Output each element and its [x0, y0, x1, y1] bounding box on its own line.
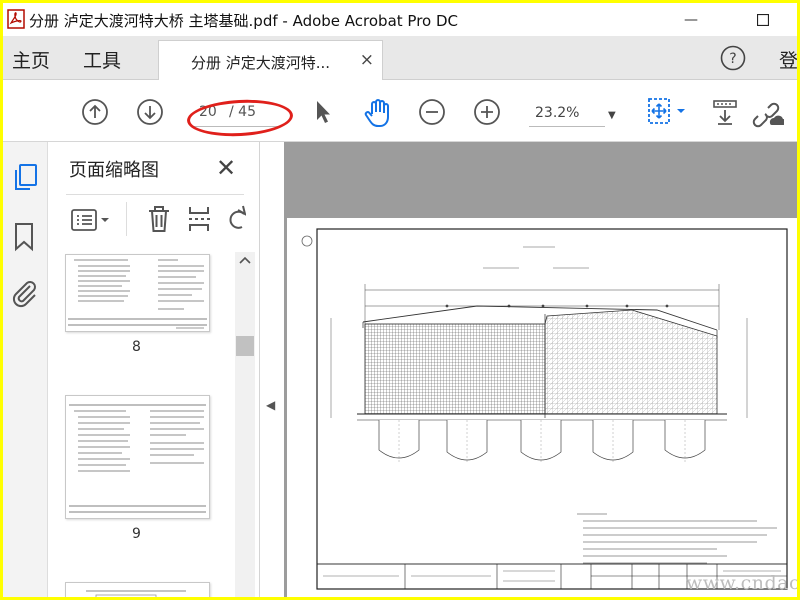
- navigation-rail: [3, 142, 48, 597]
- tab-bar: 主页 工具 分册 泸定大渡河特... × ? 登: [3, 36, 797, 81]
- maximize-button[interactable]: [743, 7, 783, 33]
- title-bar: 分册 泸定大渡河特大桥 主塔基础.pdf - Adobe Acrobat Pro…: [3, 3, 797, 36]
- panel-toolbar: [66, 202, 246, 238]
- acrobat-app-icon: [7, 9, 25, 29]
- share-link-icon: [752, 102, 784, 128]
- thumbnails-rail-button[interactable]: [11, 162, 39, 194]
- extract-page-icon: [189, 207, 210, 231]
- thumbnail-page-number: 9: [132, 526, 141, 542]
- menu-home[interactable]: 主页: [12, 46, 50, 73]
- svg-text:?: ?: [729, 51, 736, 67]
- page-thumbnail-content: [68, 259, 207, 329]
- hand-tool-button[interactable]: [361, 96, 395, 130]
- zoom-out-icon: [419, 99, 445, 125]
- thumbnail-page-number: 8: [132, 339, 141, 355]
- toolbar: 20 / 45 23.2% ▼: [3, 80, 797, 142]
- document-view[interactable]: [284, 142, 797, 597]
- attachment-icon: [12, 281, 36, 308]
- rotate-page-button[interactable]: [224, 204, 246, 236]
- hand-tool-icon: [364, 99, 389, 127]
- page-thumbnail-content: [86, 590, 186, 597]
- app-window: 分册 泸定大渡河特大桥 主塔基础.pdf - Adobe Acrobat Pro…: [3, 3, 797, 597]
- window-title: 分册 泸定大渡河特大桥 主塔基础.pdf - Adobe Acrobat Pro…: [29, 12, 459, 30]
- thumbnails-icon: [15, 164, 37, 190]
- fit-page-button[interactable]: [644, 95, 688, 127]
- scroll-mode-icon: [713, 100, 737, 125]
- divider: [66, 194, 244, 195]
- scroll-mode-button[interactable]: [711, 98, 741, 128]
- page-up-icon: [82, 99, 108, 125]
- zoom-in-icon: [474, 99, 500, 125]
- trash-icon: [149, 206, 169, 232]
- minimize-button[interactable]: —: [671, 7, 711, 33]
- divider: [126, 202, 127, 236]
- zoom-in-button[interactable]: [472, 97, 502, 127]
- scroll-up-icon[interactable]: [235, 252, 255, 268]
- thumbnails-panel: 页面缩略图 ✕ 8 9: [48, 142, 260, 597]
- fit-page-icon: [648, 98, 685, 124]
- document-tab-label: 分册 泸定大渡河特...: [191, 54, 331, 72]
- collapse-panel-icon[interactable]: ◀: [266, 398, 275, 412]
- document-tab[interactable]: 分册 泸定大渡河特... ×: [158, 40, 383, 81]
- select-tool-button[interactable]: [311, 96, 335, 128]
- attachments-rail-button[interactable]: [10, 278, 40, 310]
- share-link-button[interactable]: [749, 95, 785, 129]
- menu-tools[interactable]: 工具: [83, 46, 121, 73]
- bookmarks-rail-button[interactable]: [13, 222, 37, 254]
- delete-page-button[interactable]: [146, 204, 174, 236]
- previous-page-button[interactable]: [80, 97, 110, 127]
- thumbnail-scrollbar[interactable]: [235, 252, 255, 597]
- rotate-icon: [229, 205, 246, 229]
- zoom-field[interactable]: 23.2%: [529, 102, 605, 127]
- sign-in-link[interactable]: 登: [779, 46, 797, 73]
- zoom-value[interactable]: 23.2%: [535, 105, 579, 121]
- pdf-page: [287, 218, 797, 597]
- close-panel-icon[interactable]: ✕: [216, 154, 236, 182]
- minimize-icon: —: [684, 12, 698, 28]
- thumbnail-options-button[interactable]: [70, 206, 116, 234]
- page-thumbnail-9[interactable]: [65, 395, 210, 519]
- panel-title: 页面缩略图: [69, 160, 159, 181]
- help-button[interactable]: ?: [720, 45, 746, 71]
- next-page-button[interactable]: [135, 97, 165, 127]
- options-menu-icon: [71, 209, 109, 231]
- help-icon: ?: [720, 45, 746, 71]
- select-arrow-icon: [317, 101, 330, 123]
- engineering-drawing: [301, 228, 788, 590]
- extract-page-button[interactable]: [186, 204, 214, 236]
- page-thumbnail-10[interactable]: [65, 582, 210, 597]
- page-thumbnail-content: [69, 404, 206, 513]
- page-thumbnail-8[interactable]: [65, 254, 210, 332]
- maximize-icon: [757, 14, 769, 26]
- bookmark-icon: [15, 223, 33, 252]
- zoom-dropdown-icon[interactable]: ▼: [608, 110, 616, 121]
- close-tab-icon[interactable]: ×: [360, 50, 374, 70]
- site-watermark: www.cndao.com: [686, 572, 797, 594]
- page-down-icon: [137, 99, 163, 125]
- scrollbar-thumb[interactable]: [236, 336, 254, 356]
- zoom-out-button[interactable]: [417, 97, 447, 127]
